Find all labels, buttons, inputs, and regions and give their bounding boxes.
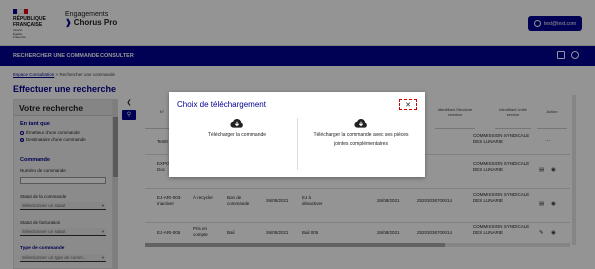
download-order-option[interactable]: Télécharger la commande <box>189 118 285 168</box>
close-button[interactable]: ✕ <box>399 99 417 110</box>
modal-title: Choix de téléchargement <box>177 100 266 109</box>
close-icon: ✕ <box>405 101 411 109</box>
download-choice-modal: Choix de téléchargement ✕ Télécharger la… <box>169 92 425 177</box>
download-order-label: Télécharger la commande <box>207 132 267 138</box>
modal-divider <box>297 118 298 170</box>
cloud-download-icon <box>230 118 243 128</box>
download-with-attachments-option[interactable]: Télécharger la commande avec ses pièces … <box>305 118 417 168</box>
cloud-download-icon <box>354 118 367 128</box>
download-with-attachments-label: Télécharger la commande avec ses pièces … <box>313 132 409 147</box>
